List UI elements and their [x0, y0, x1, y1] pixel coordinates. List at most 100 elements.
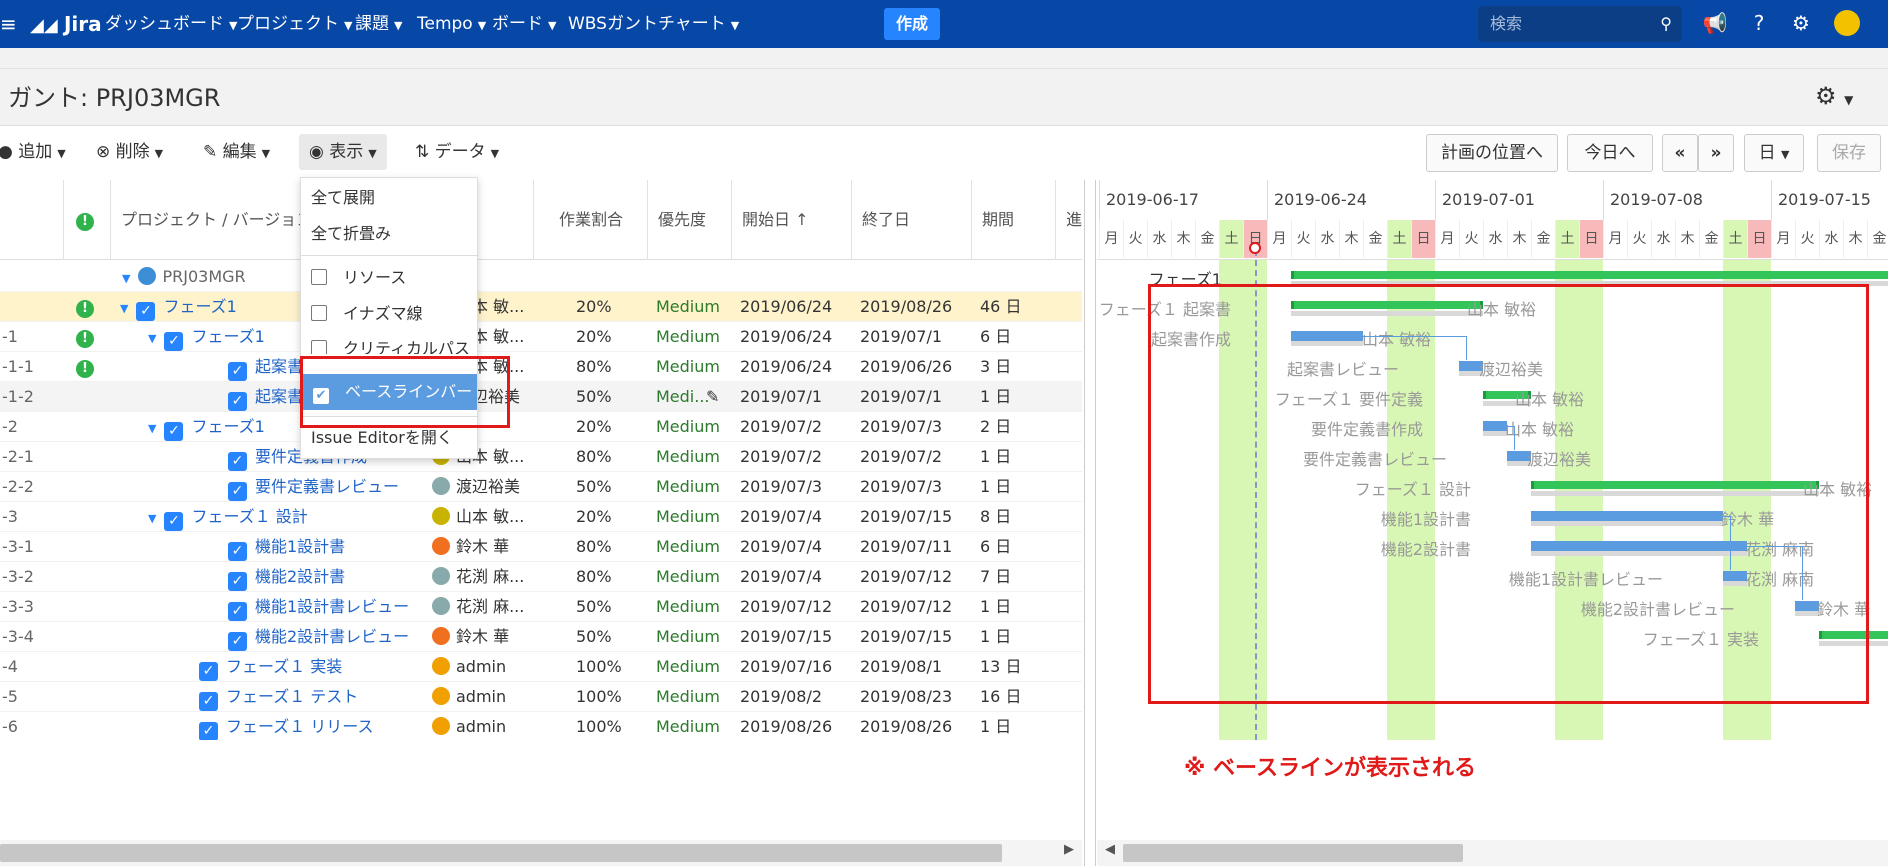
header-more[interactable]: 進: [1056, 180, 1082, 260]
pencil-icon[interactable]: ✎: [706, 382, 719, 412]
root-row[interactable]: ▼ PRJ03MGR: [0, 262, 1082, 292]
help-icon[interactable]: ?: [1744, 8, 1774, 38]
task-checkbox-icon[interactable]: ✓: [199, 662, 218, 681]
table-row[interactable]: -3-4 ✓ 機能2設計書レビュー 鈴木 華 50% Medium 2019/07/15 20…: [0, 622, 1082, 652]
task-link[interactable]: 機能1設計書: [255, 537, 345, 556]
task-checkbox-icon[interactable]: ✓: [228, 392, 247, 411]
expand-caret-icon[interactable]: ▼: [148, 422, 156, 435]
task-link[interactable]: 起案書: [255, 387, 303, 406]
task-link[interactable]: フェーズ1: [163, 297, 236, 316]
header-priority[interactable]: 優先度: [648, 180, 732, 260]
megaphone-icon[interactable]: 📢: [1700, 8, 1730, 38]
menu-collapse-all[interactable]: 全て折畳み: [301, 216, 479, 252]
task-checkbox-icon[interactable]: ✓: [228, 362, 247, 381]
search-input[interactable]: 検索 ⚲: [1478, 6, 1682, 42]
nav-wbs-gantt[interactable]: WBSガントチャート ▼: [568, 0, 739, 48]
task-checkbox-icon[interactable]: ✓: [228, 542, 247, 561]
header-duration[interactable]: 期間: [972, 180, 1056, 260]
task-link[interactable]: フェーズ1: [191, 327, 264, 346]
task-link[interactable]: 機能2設計書レビュー: [255, 627, 409, 646]
table-row[interactable]: ! ▼ ✓ フェーズ1 山本 敏... 20% Medium 2019/06/24 2019/0…: [0, 292, 1082, 322]
nav-issues[interactable]: 課題 ▼: [355, 0, 402, 48]
expand-caret-icon[interactable]: ▼: [122, 272, 130, 285]
nav-tempo[interactable]: Tempo ▼: [417, 0, 486, 48]
pane-splitter[interactable]: [1084, 180, 1096, 866]
add-button[interactable]: ● 追加 ▼: [0, 134, 76, 170]
menu-resource[interactable]: リソース: [301, 260, 479, 296]
menu-critical-path[interactable]: クリティカルパス: [301, 332, 479, 354]
task-checkbox-icon[interactable]: ✓: [199, 722, 218, 740]
settings-gear-icon[interactable]: ⚙ ▼: [1815, 82, 1853, 110]
gantt-horizontal-scrollbar[interactable]: ◀: [1097, 840, 1888, 866]
avatar[interactable]: [1834, 10, 1860, 36]
expand-caret-icon[interactable]: ▼: [120, 302, 128, 315]
table-row[interactable]: -6 ✓ フェーズ１ リリース admin 100% Medium 2019/08/26 20…: [0, 712, 1082, 740]
table-row[interactable]: -3-1 ✓ 機能1設計書 鈴木 華 80% Medium 2019/07/4 2019/07…: [0, 532, 1082, 562]
gear-icon[interactable]: ⚙: [1786, 8, 1816, 38]
task-checkbox-icon[interactable]: ✓: [228, 602, 247, 621]
checkbox[interactable]: [311, 305, 327, 321]
jira-logo[interactable]: ◢◢ Jira: [30, 0, 102, 48]
edit-button[interactable]: ✎ 編集 ▼: [193, 134, 280, 170]
task-checkbox-icon[interactable]: ✓: [228, 452, 247, 471]
table-row[interactable]: -3-2 ✓ 機能2設計書 花渕 麻... 80% Medium 2019/07/4 2019…: [0, 562, 1082, 592]
view-button[interactable]: ◉ 表示 ▼: [299, 134, 387, 170]
menu-lightning-line[interactable]: イナズマ線: [301, 296, 479, 332]
scroll-right-arrow-icon[interactable]: ▶: [1064, 842, 1074, 857]
table-row[interactable]: -1! ▼ ✓ フェーズ1 山本 敏... 20% Medium 2019/06/24 2019…: [0, 322, 1082, 352]
table-row[interactable]: -3 ▼ ✓ フェーズ１ 設計 山本 敏... 20% Medium 2019/07/4 201…: [0, 502, 1082, 532]
delete-button[interactable]: ⊗ 削除 ▼: [86, 134, 173, 170]
task-link[interactable]: 機能2設計書: [255, 567, 345, 586]
task-link[interactable]: フェーズ１ 実装: [226, 657, 342, 676]
today-marker-icon[interactable]: [1249, 242, 1261, 254]
task-link[interactable]: フェーズ１ リリース: [226, 717, 374, 736]
task-link[interactable]: 機能1設計書レビュー: [255, 597, 409, 616]
task-checkbox-icon[interactable]: ✓: [228, 632, 247, 651]
task-checkbox-icon[interactable]: ✓: [164, 512, 184, 531]
today-button[interactable]: 今日へ: [1567, 134, 1653, 172]
checkbox[interactable]: [311, 269, 327, 285]
scale-select[interactable]: 日 ▼: [1744, 134, 1804, 172]
task-link[interactable]: 要件定義書レビュー: [255, 477, 399, 496]
summary-bar[interactable]: [1291, 271, 1888, 279]
task-link[interactable]: フェーズ1: [191, 417, 264, 436]
goto-plan-button[interactable]: 計画の位置へ: [1426, 134, 1558, 172]
task-link[interactable]: フェーズ１ 設計: [191, 507, 307, 526]
expand-caret-icon[interactable]: ▼: [148, 512, 156, 525]
task-checkbox-icon[interactable]: ✓: [164, 422, 184, 441]
task-checkbox-icon[interactable]: ✓: [136, 302, 156, 321]
header-start-date[interactable]: 開始日 ↑: [732, 180, 852, 260]
grid-horizontal-scrollbar[interactable]: ▶: [0, 840, 1082, 866]
nav-dashboard[interactable]: ダッシュボード ▼: [105, 0, 237, 48]
scroll-thumb[interactable]: [0, 844, 1002, 862]
task-checkbox-icon[interactable]: ✓: [164, 332, 184, 351]
nav-project[interactable]: プロジェクト ▼: [237, 0, 352, 48]
task-checkbox-icon[interactable]: ✓: [228, 572, 247, 591]
nav-board[interactable]: ボード ▼: [492, 0, 556, 48]
menu-expand-all[interactable]: 全て展開: [301, 180, 479, 216]
data-button[interactable]: ⇅ データ ▼: [405, 134, 509, 170]
menu-icon[interactable]: ≡: [0, 0, 17, 48]
checkbox[interactable]: [311, 340, 327, 354]
table-row[interactable]: -1-2 ✓ 起案書 渡辺裕美 50% Medi... ✎ 2019/07/1 2019/07/…: [0, 382, 1082, 412]
save-button[interactable]: 保存: [1817, 134, 1881, 172]
scroll-thumb[interactable]: [1123, 844, 1463, 862]
header-end-date[interactable]: 終了日: [852, 180, 972, 260]
table-row[interactable]: -2-1✓要件定義書作成山本 敏...80%Medium2019/07/2201…: [0, 442, 1082, 472]
scroll-left-arrow-icon[interactable]: ◀: [1105, 842, 1115, 857]
table-row[interactable]: -1-1! ✓ 起案書 山本 敏... 80% Medium 2019/06/24 2019/…: [0, 352, 1082, 382]
table-row[interactable]: -2-2 ✓ 要件定義書レビュー 渡辺裕美 50% Medium 2019/07/3 2019…: [0, 472, 1082, 502]
header-progress[interactable]: 作業割合: [534, 180, 648, 260]
task-link[interactable]: フェーズ１ テスト: [226, 687, 358, 706]
table-row[interactable]: -5 ✓ フェーズ１ テスト admin 100% Medium 2019/08/2 2019…: [0, 682, 1082, 712]
next-button[interactable]: »: [1698, 134, 1734, 172]
task-checkbox-icon[interactable]: ✓: [228, 482, 247, 501]
task-checkbox-icon[interactable]: ✓: [199, 692, 218, 711]
prev-button[interactable]: «: [1662, 134, 1698, 172]
expand-caret-icon[interactable]: ▼: [148, 332, 156, 345]
task-link[interactable]: 起案書: [255, 357, 303, 376]
create-button[interactable]: 作成: [884, 8, 940, 40]
table-row[interactable]: -4 ✓ フェーズ１ 実装 admin 100% Medium 2019/07/16 2019…: [0, 652, 1082, 682]
table-row[interactable]: -2 ▼ ✓ フェーズ1 20% Medium 2019/07/2 2019/07/3 2 日: [0, 412, 1082, 442]
table-row[interactable]: -3-3 ✓ 機能1設計書レビュー 花渕 麻... 50% Medium 2019/07/1…: [0, 592, 1082, 622]
